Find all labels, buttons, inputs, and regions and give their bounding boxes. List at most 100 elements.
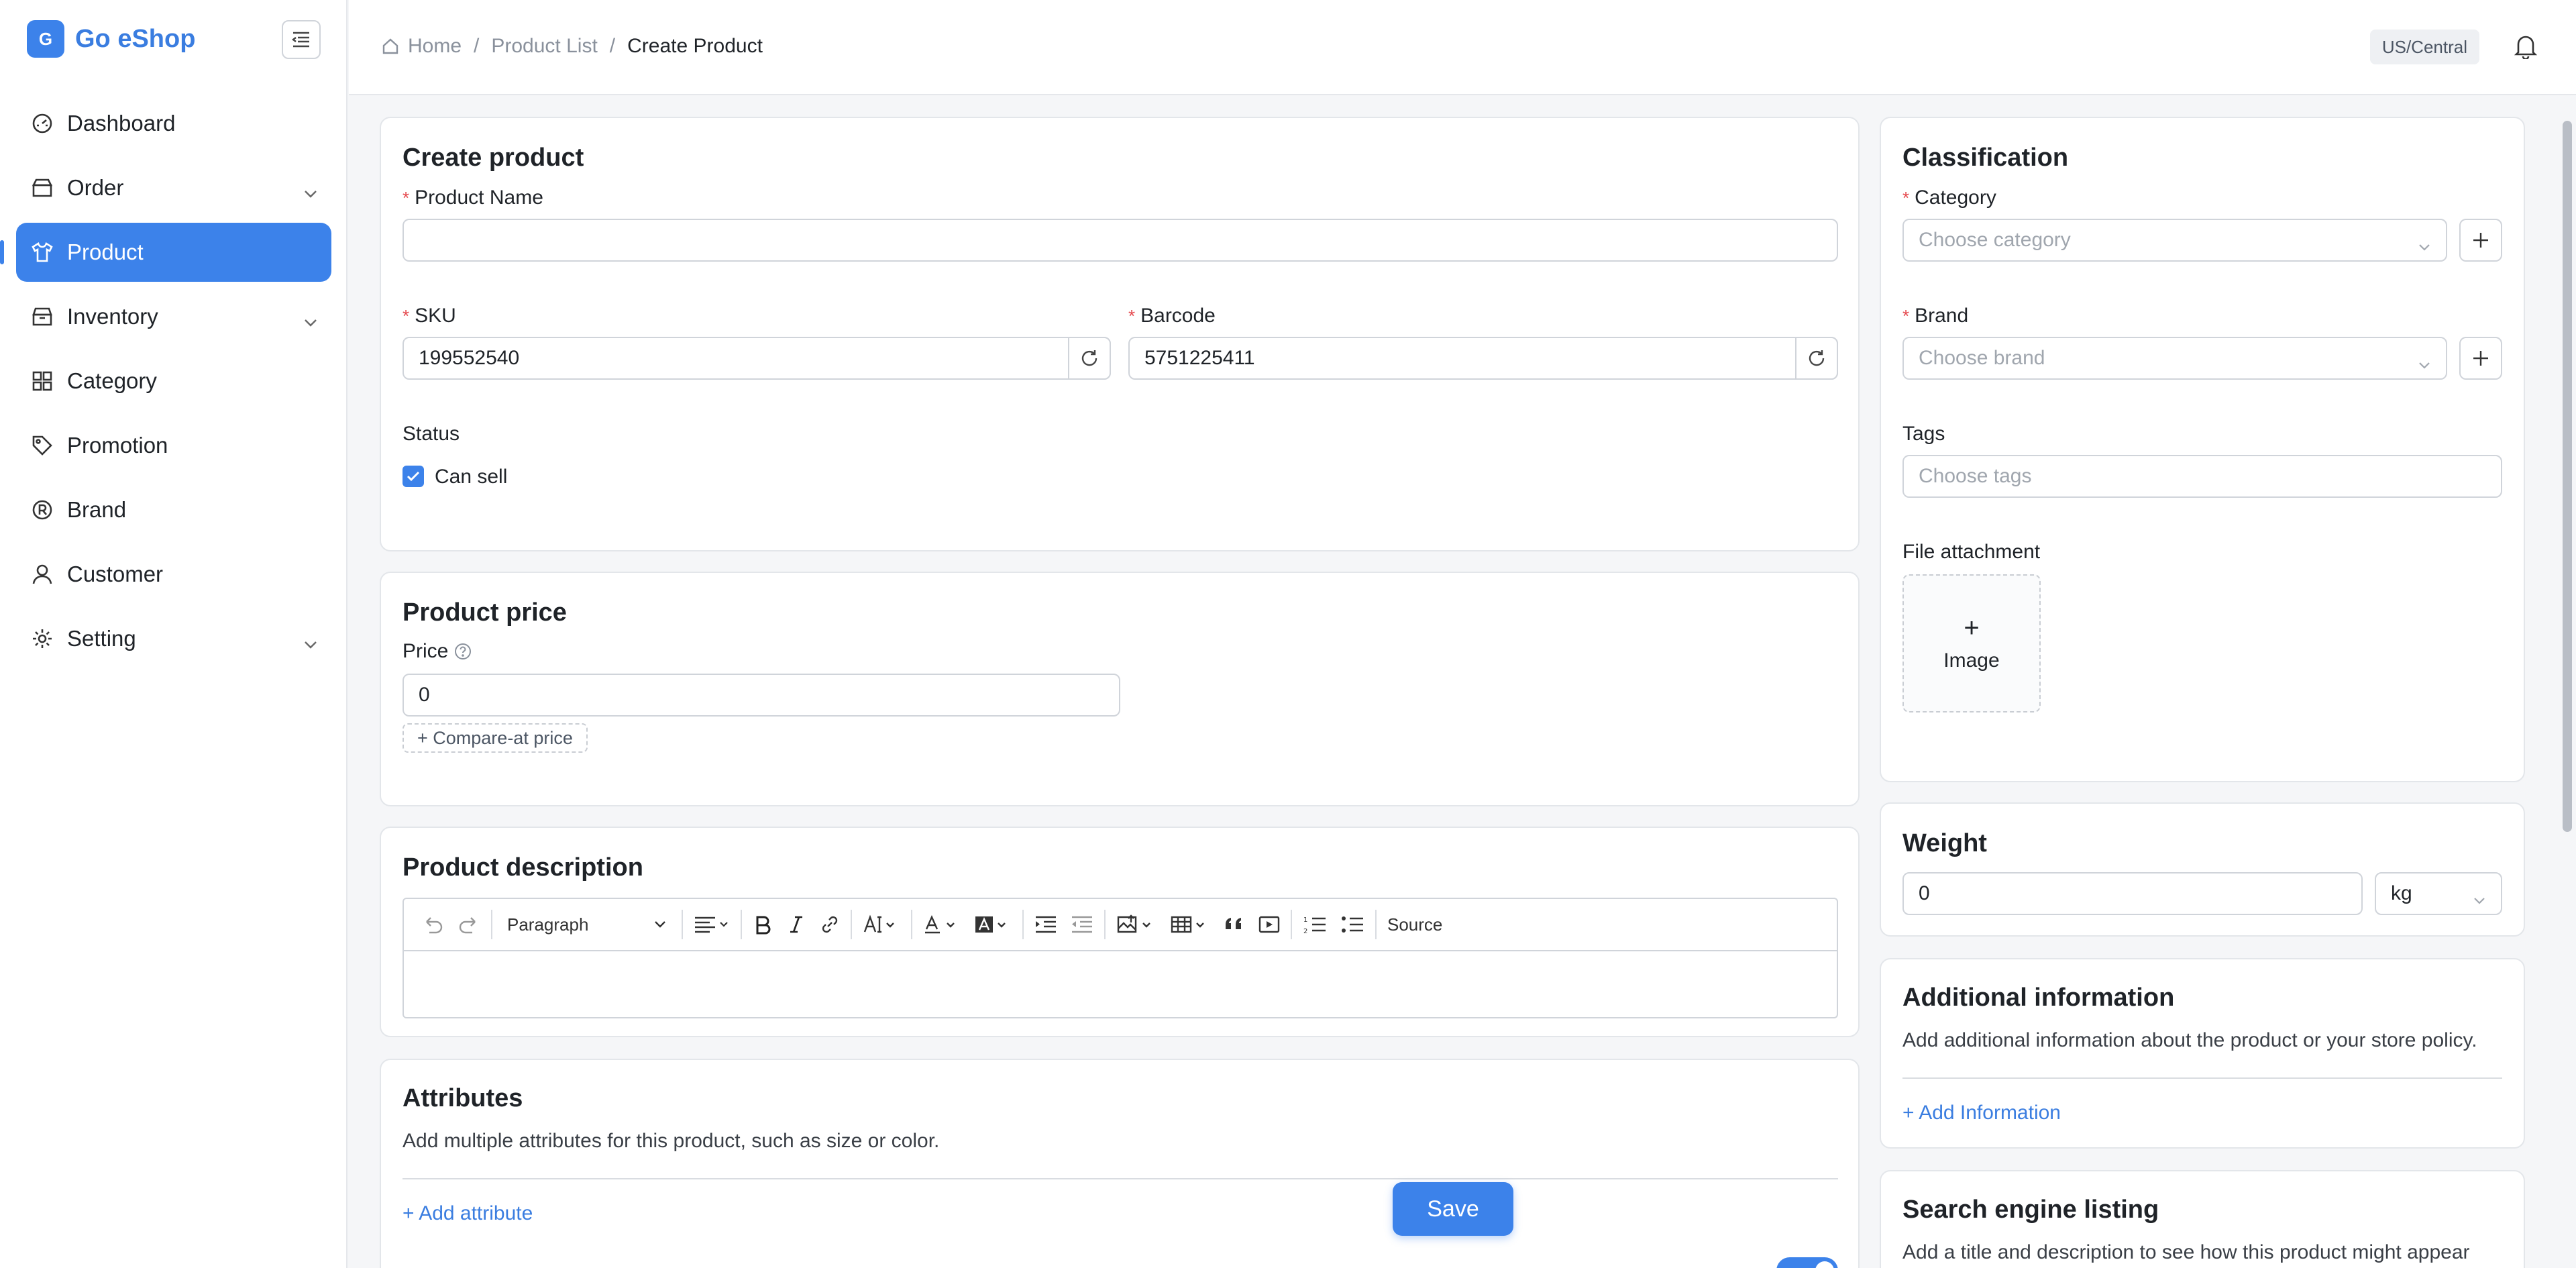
indent-icon[interactable] [1028,906,1064,943]
inventory-toggle[interactable] [1776,1257,1838,1268]
status-label: Status [402,423,460,445]
regenerate-sku-button[interactable] [1068,337,1111,380]
toolbar-divider [741,910,742,939]
inventory-icon [30,304,55,329]
paragraph-style-select[interactable]: Paragraph [496,906,678,943]
chevron-down-icon [303,178,318,204]
weight-unit-select[interactable]: kg [2375,872,2502,915]
sidebar-item-setting[interactable]: Setting [16,609,331,668]
source-button[interactable]: Source [1381,906,1449,943]
required-marker: * [1128,306,1136,326]
top-header: Home / Product List / Create Product US/… [349,0,2576,95]
required-marker: * [1902,188,1910,208]
logo[interactable]: G Go eShop [27,20,195,58]
sku-label: * SKU [402,305,456,327]
sidebar-item-product[interactable]: Product [0,223,331,282]
numbered-list-icon[interactable]: 12 [1296,906,1334,943]
price-label: Price [402,640,472,663]
add-category-button[interactable] [2459,219,2502,262]
add-brand-button[interactable] [2459,337,2502,380]
redo-icon[interactable] [451,906,487,943]
barcode-label: * Barcode [1128,305,1216,327]
sidebar-item-dashboard[interactable]: Dashboard [16,94,331,153]
weight-title: Weight [1902,829,1987,857]
tags-select[interactable]: Choose tags [1902,455,2502,498]
seo-subtitle: Add a title and description to see how t… [1902,1241,2470,1263]
breadcrumb-separator: / [474,35,480,57]
collapse-sidebar-button[interactable] [282,20,321,59]
seo-title: Search engine listing [1902,1196,2159,1224]
outdent-icon[interactable] [1064,906,1100,943]
toolbar-divider [1291,910,1292,939]
upload-label: Image [1943,649,2000,672]
grid-icon [30,368,55,394]
product-icon [30,240,55,265]
insert-image-icon[interactable] [1110,906,1163,943]
font-color-icon[interactable] [916,906,967,943]
add-information-link[interactable]: + Add Information [1902,1102,2061,1124]
home-icon [381,37,400,56]
help-icon[interactable] [453,642,472,661]
notification-bell-icon[interactable] [2514,34,2538,62]
description-editor[interactable] [402,951,1838,1018]
file-attachment-label: File attachment [1902,541,2041,563]
background-color-icon[interactable] [967,906,1018,943]
font-size-icon[interactable] [856,906,907,943]
sidebar-item-order[interactable]: Order [16,158,331,217]
undo-icon[interactable] [415,906,451,943]
can-sell-label[interactable]: Can sell [435,466,507,488]
scrollbar-thumb[interactable] [2563,121,2572,832]
sidebar-item-inventory[interactable]: Inventory [16,287,331,346]
price-input[interactable]: 0 [402,674,1120,717]
sidebar-item-customer[interactable]: Customer [16,545,331,604]
svg-text:1: 1 [1303,916,1307,924]
toolbar-divider [682,910,683,939]
add-attribute-link[interactable]: + Add attribute [402,1202,533,1225]
brand-select[interactable]: Choose brand [1902,337,2447,380]
brand-placeholder: Choose brand [1919,347,2045,369]
sku-input[interactable]: 199552540 [402,337,1111,380]
weight-card: Weight 0 kg [1880,802,2525,937]
sidebar-item-label: Order [67,175,124,200]
bulleted-list-icon[interactable] [1334,906,1371,943]
chevron-down-icon [2418,235,2431,258]
align-icon[interactable] [687,906,737,943]
additional-info-subtitle: Add additional information about the pro… [1902,1029,2477,1051]
weight-input[interactable]: 0 [1902,872,2363,915]
compare-at-price-button[interactable]: + Compare-at price [402,723,588,753]
media-embed-icon[interactable] [1252,906,1287,943]
product-name-input[interactable] [402,219,1838,262]
chevron-down-icon [655,921,665,928]
sidebar-item-category[interactable]: Category [16,352,331,411]
svg-text:2: 2 [1303,928,1307,935]
registered-icon [30,497,55,523]
brand-label: * Brand [1902,305,1969,327]
bold-icon[interactable] [746,906,780,943]
tag-icon [30,433,55,458]
category-select[interactable]: Choose category [1902,219,2447,262]
seo-card: Search engine listing Add a title and de… [1880,1170,2525,1268]
sidebar-item-brand[interactable]: Brand [16,480,331,539]
barcode-input[interactable]: 5751225411 [1128,337,1838,380]
breadcrumb-home[interactable]: Home [408,35,462,58]
order-icon [30,175,55,201]
regenerate-barcode-button[interactable] [1795,337,1838,380]
timezone-badge[interactable]: US/Central [2369,30,2479,64]
sidebar-item-promotion[interactable]: Promotion [16,416,331,475]
can-sell-checkbox[interactable] [402,466,424,487]
breadcrumb-product-list[interactable]: Product List [491,35,597,58]
insert-table-icon[interactable] [1163,906,1217,943]
italic-icon[interactable] [780,906,813,943]
link-icon[interactable] [813,906,847,943]
save-button[interactable]: Save [1393,1182,1513,1236]
classification-card: Classification * Category Choose category… [1880,117,2525,782]
product-price-card: Product price Price 0 + Compare-at price [380,572,1860,806]
toolbar-divider [851,910,852,939]
blockquote-icon[interactable] [1217,906,1252,943]
weight-unit-value: kg [2391,882,2412,904]
sidebar: G Go eShop Dashboard Order Product Inven… [0,0,347,1268]
breadcrumb: Home / Product List / Create Product [381,35,763,58]
plus-icon: + [1964,613,1980,643]
classification-title: Classification [1902,144,2069,172]
image-upload-button[interactable]: + Image [1902,574,2041,712]
